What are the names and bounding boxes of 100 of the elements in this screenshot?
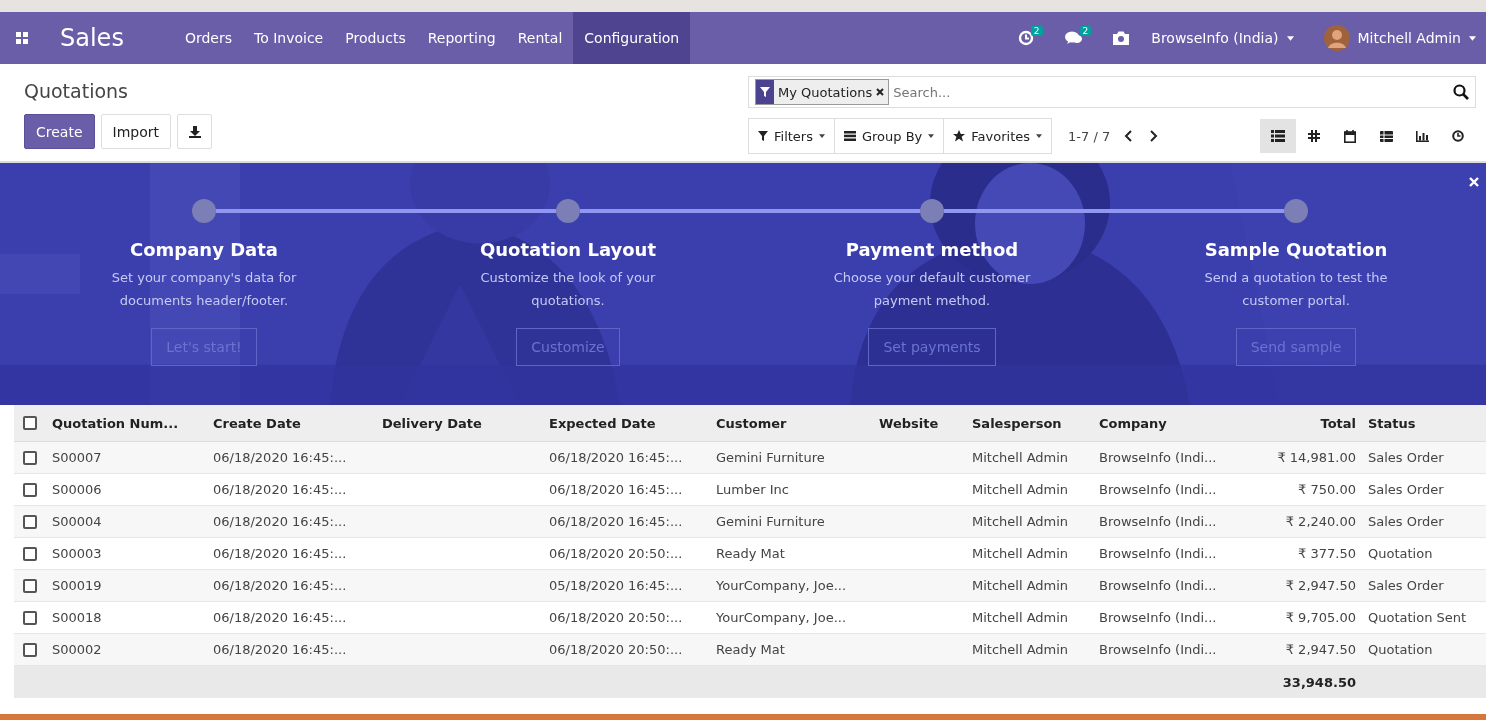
next-page-icon[interactable] (1150, 130, 1159, 142)
step-description: Set your company's data for documents header/footer. (110, 269, 298, 310)
import-button[interactable]: Import (100, 114, 171, 149)
activity-count-badge: 2 (1030, 26, 1043, 36)
column-header[interactable]: Website (873, 415, 966, 431)
column-header[interactable]: Customer (710, 415, 873, 431)
table-cell-text: Quotation (1367, 546, 1434, 561)
download-button[interactable] (177, 114, 212, 149)
table-cell-text: 06/18/2020 16:45:... (548, 482, 684, 497)
row-checkbox[interactable] (23, 642, 37, 657)
table-cell-text: ₹ 9,705.00 (1284, 610, 1357, 625)
table-cell-text: 06/18/2020 16:45:... (548, 514, 684, 529)
table-cell-text: S00002 (51, 642, 103, 657)
select-all-checkbox[interactable] (23, 416, 37, 430)
table-cell-text: BrowseInfo (Indi... (1098, 642, 1218, 657)
clock-icon[interactable] (1017, 30, 1034, 46)
column-header[interactable]: Company (1093, 415, 1245, 431)
table-cell-text: BrowseInfo (Indi... (1098, 450, 1218, 465)
table-cell-text: Sales Order (1367, 450, 1445, 465)
app-title[interactable]: Sales (60, 24, 124, 52)
table-cell-text: S00019 (51, 578, 103, 593)
menu-item[interactable]: Rental (506, 12, 574, 64)
download-icon (188, 125, 201, 138)
column-header[interactable]: Quotation Num... (46, 415, 207, 431)
table-cell-text: Lumber Inc (715, 482, 790, 497)
column-header[interactable]: Expected Date (543, 415, 710, 431)
table-cell-text: Quotation (1367, 642, 1434, 657)
menu-item[interactable]: Products (334, 12, 417, 64)
table-cell-text: BrowseInfo (Indi... (1098, 514, 1218, 529)
previous-page-icon[interactable] (1124, 130, 1133, 142)
table-cell-text: Sales Order (1367, 514, 1445, 529)
table-cell-text: 05/18/2020 16:45:... (548, 578, 684, 593)
table-cell-text: ₹ 2,240.00 (1284, 514, 1357, 529)
camera-icon[interactable] (1113, 31, 1130, 45)
pager-value[interactable]: 1-7 / 7 (1068, 128, 1111, 144)
table-cell-text: ₹ 750.00 (1297, 482, 1357, 497)
table-cell-text: Ready Mat (715, 546, 786, 561)
table-cell-text: Mitchell Admin (971, 578, 1070, 593)
row-checkbox[interactable] (23, 546, 37, 561)
table-cell-text: S00004 (51, 514, 103, 529)
step-description: Choose your default customer payment method. (832, 269, 1032, 310)
table-cell-text: 06/18/2020 16:45:... (212, 578, 348, 593)
table-cell-text: Mitchell Admin (971, 546, 1070, 561)
create-button[interactable]: Create (24, 114, 95, 149)
row-checkbox[interactable] (23, 578, 37, 593)
table-cell-text: Gemini Furniture (715, 450, 826, 465)
table-cell-text: Sales Order (1367, 578, 1445, 593)
table-cell-text: 06/18/2020 16:45:... (548, 450, 684, 465)
row-checkbox[interactable] (23, 450, 37, 465)
table-cell-text: 06/18/2020 16:45:... (212, 482, 348, 497)
menu-item[interactable]: Orders (173, 12, 243, 64)
table-cell-text: S00006 (51, 482, 103, 497)
table-cell-text: S00007 (51, 450, 103, 465)
table-cell-text: 06/18/2020 20:50:... (548, 642, 684, 657)
step-title: Payment method (845, 239, 1019, 260)
column-header[interactable]: Create Date (207, 415, 376, 431)
close-icon[interactable] (1469, 177, 1479, 187)
filter-icon (756, 80, 774, 104)
filter-facet[interactable]: My Quotations (755, 79, 890, 105)
table-cell-text: S00018 (51, 610, 103, 625)
row-checkbox[interactable] (23, 514, 37, 529)
row-checkbox[interactable] (23, 610, 37, 625)
remove-icon[interactable] (876, 88, 885, 96)
company-switcher[interactable]: BrowseInfo (India) (1151, 30, 1279, 46)
table-cell-text: S00003 (51, 546, 103, 561)
table-cell-text: ₹ 2,947.50 (1284, 642, 1357, 657)
user-menu[interactable]: Mitchell Admin (1357, 30, 1461, 46)
table-cell-text: BrowseInfo (Indi... (1098, 482, 1218, 497)
apps-menu-icon[interactable] (16, 32, 28, 44)
table-cell-text: Gemini Furniture (715, 514, 826, 529)
row-checkbox[interactable] (23, 482, 37, 497)
avatar-icon[interactable] (1323, 25, 1350, 51)
chat-icon[interactable] (1064, 30, 1083, 46)
step-title: Sample Quotation (1204, 239, 1388, 260)
list-view-button[interactable] (1260, 119, 1296, 153)
table-cell-text: Sales Order (1367, 482, 1445, 497)
list-icon (1271, 130, 1285, 142)
menu-item[interactable]: Configuration (573, 12, 691, 64)
table-cell-text: 06/18/2020 16:45:... (212, 514, 348, 529)
table-cell-text: Mitchell Admin (971, 482, 1070, 497)
breadcrumb-title: Quotations (24, 80, 129, 102)
search-field[interactable]: My Quotations Search... (748, 76, 1476, 108)
table-cell-text: BrowseInfo (Indi... (1098, 546, 1218, 561)
menu-item[interactable]: Reporting (416, 12, 507, 64)
table-cell-text: BrowseInfo (Indi... (1098, 610, 1218, 625)
search-icon[interactable] (1453, 84, 1469, 100)
menu-item[interactable]: To Invoice (243, 12, 335, 64)
table-cell-text: 06/18/2020 20:50:... (548, 610, 684, 625)
clock-icon (1452, 130, 1464, 142)
column-header[interactable]: Salesperson (966, 415, 1093, 431)
step-title: Company Data (130, 239, 278, 260)
table-cell-text: 06/18/2020 16:45:... (212, 642, 348, 657)
column-header[interactable]: Delivery Date (376, 415, 543, 431)
table-cell-text: 06/18/2020 16:45:... (212, 610, 348, 625)
column-header[interactable]: Status (1362, 415, 1486, 431)
caret-icon (1469, 35, 1476, 41)
table-icon (1379, 130, 1393, 142)
calendar-icon (1344, 129, 1356, 143)
column-header[interactable]: Total (1245, 415, 1362, 431)
step-description: Customize the look of your quotations. (479, 269, 657, 310)
